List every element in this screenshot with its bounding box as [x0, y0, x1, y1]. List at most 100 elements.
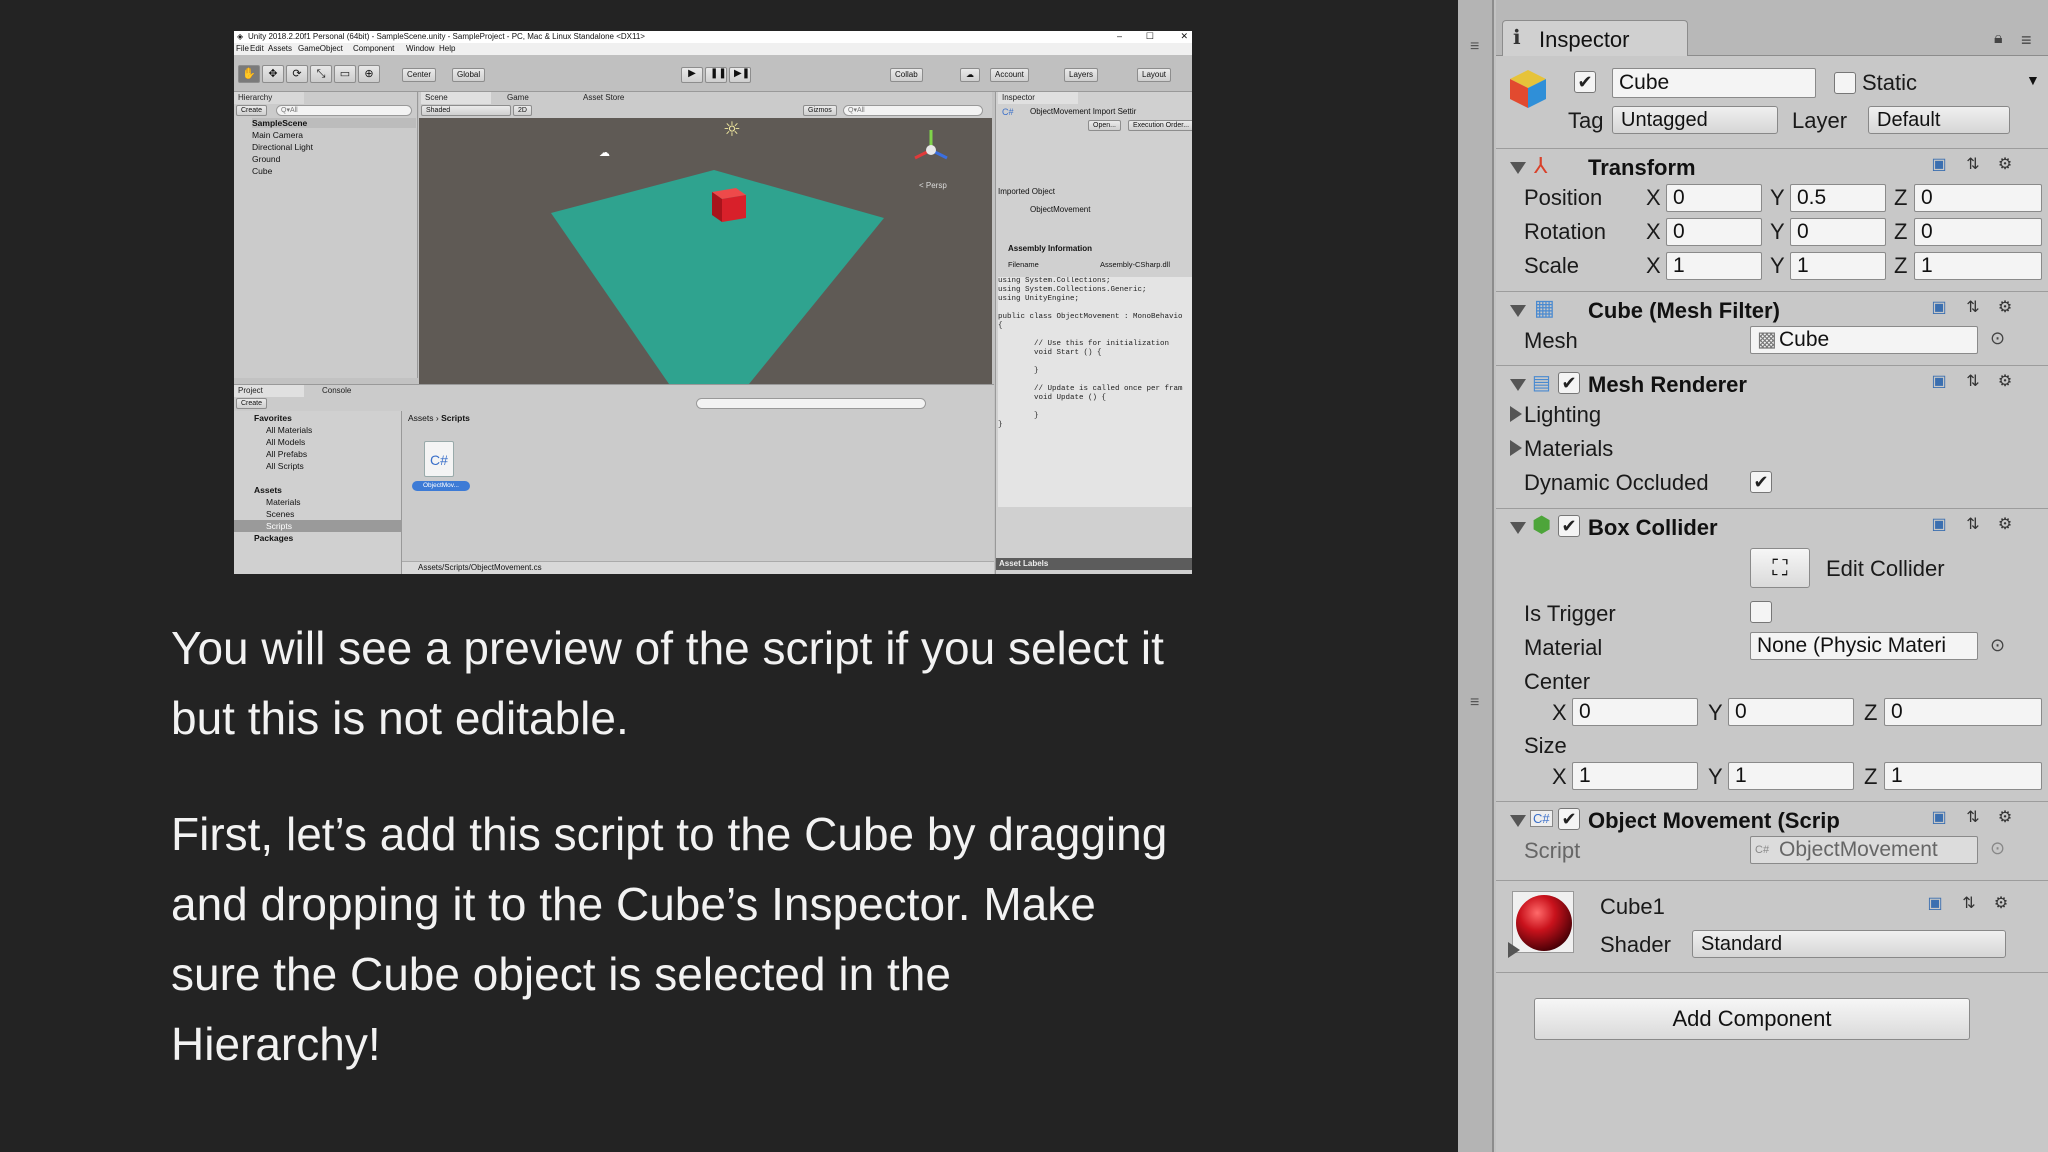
- size-y-field[interactable]: 1: [1728, 762, 1854, 790]
- tab-project[interactable]: Project: [234, 385, 304, 397]
- open-button[interactable]: Open...: [1088, 120, 1121, 131]
- dynamic-occluded-checkbox[interactable]: ✔: [1750, 471, 1772, 493]
- scale-y-field[interactable]: 1: [1790, 252, 1886, 280]
- gear-icon[interactable]: ⚙: [1994, 154, 2016, 176]
- preset-icon[interactable]: ⇅: [1958, 893, 1980, 915]
- pivot-center-button[interactable]: Center: [402, 68, 437, 82]
- static-checkbox[interactable]: [1834, 72, 1856, 94]
- preset-icon[interactable]: ⇅: [1962, 154, 1984, 176]
- scale-x-field[interactable]: 1: [1666, 252, 1762, 280]
- menu-edit[interactable]: Edit: [250, 44, 264, 53]
- collab-dropdown[interactable]: Collab: [890, 68, 923, 82]
- box-collider-enabled-checkbox[interactable]: ✔: [1558, 515, 1580, 537]
- transform-header[interactable]: ⅄ Transform ▣ ⇅ ⚙: [1496, 148, 2048, 182]
- menu-component[interactable]: Component: [353, 44, 394, 53]
- hierarchy-item[interactable]: Directional Light: [252, 142, 313, 152]
- assets-item[interactable]: Materials: [266, 497, 300, 507]
- hierarchy-search-input[interactable]: Q▾All: [276, 105, 412, 116]
- directional-light-icon[interactable]: ☼: [723, 118, 741, 141]
- packages-label[interactable]: Packages: [254, 533, 293, 543]
- scene-search-input[interactable]: Q▾All: [843, 105, 983, 116]
- pause-button[interactable]: ❚❚: [705, 67, 727, 83]
- move-tool-button[interactable]: ✥: [262, 65, 284, 83]
- tab-console[interactable]: Console: [318, 385, 351, 397]
- hierarchy-create-button[interactable]: Create: [236, 105, 268, 116]
- layout-dropdown[interactable]: Layout: [1137, 68, 1172, 82]
- shader-dropdown[interactable]: Standard: [1692, 930, 2006, 958]
- menu-gameobject[interactable]: GameObject: [298, 44, 343, 53]
- center-z-field[interactable]: 0: [1884, 698, 2042, 726]
- transform-foldout-icon[interactable]: [1510, 162, 1526, 174]
- assets-label[interactable]: Assets: [254, 485, 282, 495]
- gear-icon[interactable]: ⚙: [1994, 371, 2016, 393]
- favorites-label[interactable]: Favorites: [254, 413, 292, 423]
- box-collider-foldout-icon[interactable]: [1510, 522, 1526, 534]
- menu-window[interactable]: Window: [406, 44, 434, 53]
- scale-z-field[interactable]: 1: [1914, 252, 2042, 280]
- script-object-field[interactable]: C# ObjectMovement: [1750, 836, 1978, 864]
- gizmos-dropdown[interactable]: Gizmos: [803, 105, 837, 116]
- lighting-foldout[interactable]: Lighting: [1524, 402, 1601, 428]
- position-x-field[interactable]: 0: [1666, 184, 1762, 212]
- tab-asset-store[interactable]: Asset Store: [579, 92, 624, 104]
- is-trigger-checkbox[interactable]: [1750, 601, 1772, 623]
- hierarchy-item[interactable]: Cube: [252, 166, 272, 176]
- favorites-item[interactable]: All Models: [266, 437, 305, 447]
- preset-icon[interactable]: ⇅: [1962, 514, 1984, 536]
- position-z-field[interactable]: 0: [1914, 184, 2042, 212]
- mesh-filter-header[interactable]: ▦ Cube (Mesh Filter) ▣ ⇅ ⚙: [1496, 291, 2048, 325]
- mesh-renderer-enabled-checkbox[interactable]: ✔: [1558, 372, 1580, 394]
- 2d-toggle[interactable]: 2D: [513, 105, 532, 116]
- menu-assets[interactable]: Assets: [268, 44, 292, 53]
- add-component-button[interactable]: Add Component: [1534, 998, 1970, 1040]
- panel-menu-icon[interactable]: ≡: [1470, 694, 1479, 712]
- rect-tool-button[interactable]: ▭: [334, 65, 356, 83]
- project-create-button[interactable]: Create: [236, 398, 268, 409]
- tab-menu-icon[interactable]: ≡: [2021, 30, 2032, 51]
- panel-menu-icon[interactable]: ≡: [1470, 38, 1479, 56]
- gear-icon[interactable]: ⚙: [1994, 514, 2016, 536]
- project-search-input[interactable]: [696, 398, 926, 409]
- close-icon[interactable]: ✕: [1180, 31, 1188, 42]
- hierarchy-item[interactable]: Main Camera: [252, 130, 303, 140]
- center-x-field[interactable]: 0: [1572, 698, 1698, 726]
- position-y-field[interactable]: 0.5: [1790, 184, 1886, 212]
- box-collider-header[interactable]: ⬢ ✔ Box Collider ▣ ⇅ ⚙: [1496, 508, 2048, 542]
- favorites-item[interactable]: All Materials: [266, 425, 312, 435]
- gear-icon[interactable]: ⚙: [1990, 893, 2012, 915]
- persp-label[interactable]: < Persp: [919, 181, 947, 190]
- gameobject-active-checkbox[interactable]: ✔: [1574, 71, 1596, 93]
- lighting-foldout-icon[interactable]: [1510, 406, 1522, 422]
- step-button[interactable]: ▶❚: [729, 67, 751, 83]
- camera-icon[interactable]: ☁: [599, 146, 610, 159]
- preset-icon[interactable]: ⇅: [1962, 297, 1984, 319]
- cloud-icon[interactable]: ☁: [960, 68, 980, 82]
- tag-dropdown[interactable]: Untagged: [1612, 106, 1778, 134]
- preset-icon[interactable]: ⇅: [1962, 807, 1984, 829]
- hierarchy-item[interactable]: Ground: [252, 154, 280, 164]
- help-icon[interactable]: ▣: [1928, 514, 1950, 536]
- cube-side[interactable]: [722, 195, 746, 222]
- collider-material-field[interactable]: None (Physic Materi: [1750, 632, 1978, 660]
- rotate-tool-button[interactable]: ⟳: [286, 65, 308, 83]
- help-icon[interactable]: ▣: [1928, 807, 1950, 829]
- materials-foldout[interactable]: Materials: [1524, 436, 1613, 462]
- rotation-x-field[interactable]: 0: [1666, 218, 1762, 246]
- favorites-item[interactable]: All Scripts: [266, 461, 304, 471]
- object-movement-header[interactable]: C# ✔ Object Movement (Scrip ▣ ⇅ ⚙: [1496, 801, 2048, 835]
- play-button[interactable]: ▶: [681, 67, 703, 83]
- rotation-z-field[interactable]: 0: [1914, 218, 2042, 246]
- hierarchy-tab[interactable]: Hierarchy: [234, 92, 304, 104]
- minimize-icon[interactable]: –: [1117, 31, 1122, 41]
- mesh-object-field[interactable]: ▩ Cube: [1750, 326, 1978, 354]
- mesh-filter-foldout-icon[interactable]: [1510, 305, 1526, 317]
- static-dropdown-icon[interactable]: ▼: [2026, 72, 2040, 88]
- materials-foldout-icon[interactable]: [1510, 440, 1522, 456]
- lock-icon[interactable]: 🔒︎: [1994, 30, 2003, 48]
- object-picker-icon[interactable]: ⊙: [1990, 328, 2005, 349]
- script-asset-label[interactable]: ObjectMov...: [412, 481, 470, 491]
- hierarchy-scene-root[interactable]: SampleScene: [252, 118, 416, 128]
- object-picker-icon[interactable]: ⊙: [1990, 635, 2005, 656]
- breadcrumb-scripts[interactable]: Scripts: [441, 413, 470, 423]
- size-x-field[interactable]: 1: [1572, 762, 1698, 790]
